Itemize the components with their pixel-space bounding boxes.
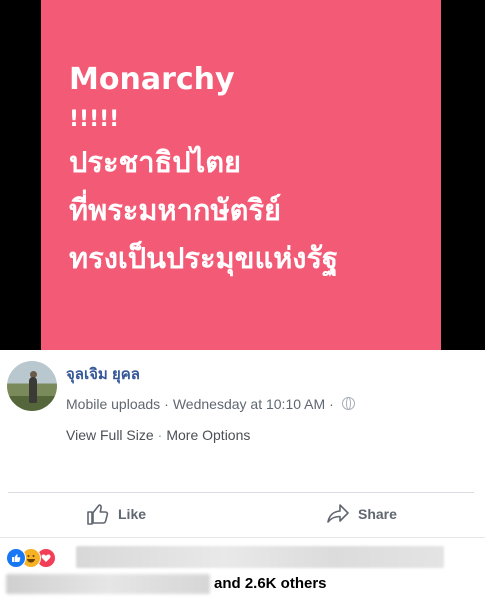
photo-viewer: Monarchy !!!!! ประชาธิปไตย ที่พระมหากษัต… (0, 0, 485, 350)
thumbs-up-icon (87, 504, 109, 525)
post-info: จุลเจิม ยุคล Mobile uploads · Wednesday at… (0, 350, 485, 490)
reactions-summary[interactable]: and 2.6K others (0, 538, 485, 605)
post-meta: Mobile uploads · Wednesday at 10:10 AM · (66, 396, 355, 412)
image-text-line-5: ทรงเป็นประมุขแห่งรัฐ (69, 241, 339, 275)
timestamp[interactable]: Wednesday at 10:10 AM (173, 396, 325, 412)
avatar[interactable] (7, 361, 57, 411)
globe-icon[interactable] (341, 397, 355, 410)
share-arrow-icon (327, 504, 349, 523)
reaction-icons[interactable] (6, 548, 68, 568)
like-label: Like (118, 506, 147, 522)
image-text-line-2: !!!!! (69, 107, 120, 132)
reaction-others-text: and 2.6K others (214, 574, 327, 592)
action-bar: Like Share (0, 493, 485, 535)
more-options-link[interactable]: More Options (166, 427, 250, 443)
meta-separator: · (329, 396, 334, 412)
blurred-reactors-bar (76, 546, 444, 568)
view-full-size-link[interactable]: View Full Size (66, 427, 154, 443)
share-button[interactable]: Share (326, 499, 397, 529)
image-text-line-4: ที่พระมหากษัตริย์ (69, 193, 281, 227)
blurred-reactor-names (6, 574, 210, 594)
options-separator: · (157, 427, 163, 443)
image-text-line-3: ประชาธิปไตย (69, 145, 242, 179)
share-label: Share (358, 506, 397, 522)
photo-options: View Full Size · More Options (66, 427, 250, 443)
reaction-count[interactable]: and 2.6K others (6, 574, 327, 594)
post-image[interactable]: Monarchy !!!!! ประชาธิปไตย ที่พระมหากษัต… (41, 0, 441, 350)
author-name[interactable]: จุลเจิม ยุคล (66, 362, 140, 386)
like-reaction-icon (6, 548, 26, 568)
like-button[interactable]: Like (86, 499, 146, 529)
image-text-line-1: Monarchy (69, 62, 235, 97)
meta-separator: · (164, 396, 169, 412)
image-text: Monarchy !!!!! ประชาธิปไตย ที่พระมหากษัต… (69, 58, 338, 282)
avatar-figure (29, 377, 37, 403)
album-link[interactable]: Mobile uploads (66, 396, 160, 412)
